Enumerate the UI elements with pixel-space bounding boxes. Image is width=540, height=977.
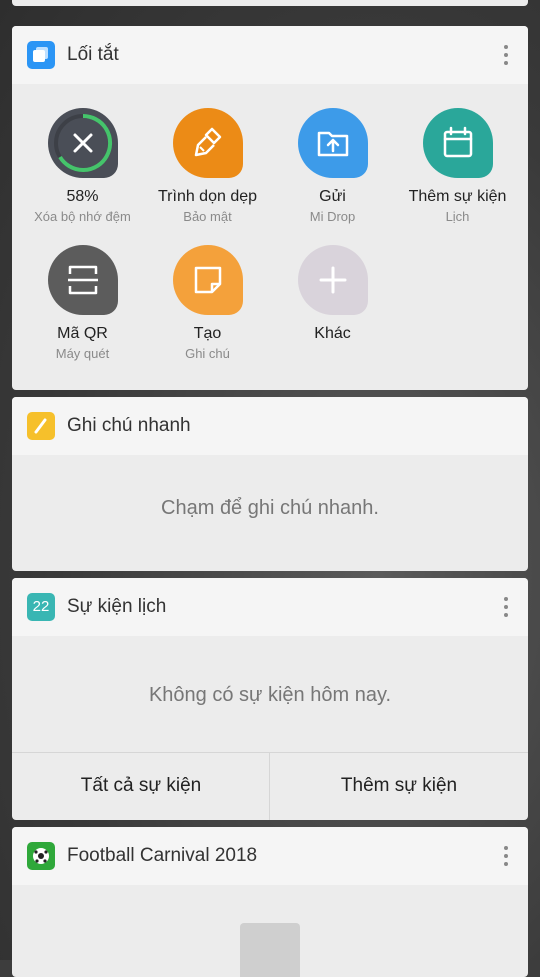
- quick-notes-title: Ghi chú nhanh: [67, 415, 191, 436]
- shortcuts-card: Lối tắt 58% Xóa bộ nhớ đệm Trình dọn dẹp…: [12, 26, 528, 390]
- all-events-button[interactable]: Tất cả sự kiện: [12, 753, 270, 819]
- qr-scan-icon: [47, 245, 118, 315]
- shortcut-mi-drop[interactable]: Gửi Mi Drop: [270, 108, 395, 224]
- clipboard-placeholder-icon: [240, 923, 300, 977]
- shortcut-sublabel: Bảo mật: [183, 209, 232, 224]
- shortcut-add-event[interactable]: Thêm sự kiện Lịch: [395, 108, 520, 224]
- shortcuts-title: Lối tắt: [67, 44, 119, 65]
- calendar-menu-icon[interactable]: [502, 595, 510, 619]
- shortcut-sublabel: Xóa bộ nhớ đệm: [34, 209, 131, 224]
- football-title: Football Carnival 2018: [67, 845, 258, 866]
- calendar-icon: [422, 108, 493, 178]
- football-menu-icon[interactable]: [502, 844, 510, 868]
- calendar-actions: Tất cả sự kiện Thêm sự kiện: [12, 752, 528, 820]
- calendar-events-card: 22 Sự kiện lịch Không có sự kiện hôm nay…: [12, 578, 528, 820]
- shortcuts-header: Lối tắt: [12, 26, 528, 84]
- calendar-day-icon: 22: [27, 593, 55, 621]
- football-header: Football Carnival 2018: [12, 827, 528, 885]
- calendar-header: 22 Sự kiện lịch: [12, 578, 528, 636]
- broom-icon: [172, 108, 243, 178]
- shortcut-clear-cache[interactable]: 58% Xóa bộ nhớ đệm: [20, 108, 145, 224]
- shortcut-label: Gửi: [319, 188, 346, 205]
- quick-notes-header: Ghi chú nhanh: [12, 397, 528, 455]
- quick-notes-placeholder[interactable]: Chạm để ghi chú nhanh.: [12, 497, 528, 520]
- cleaner-ring-icon: [47, 108, 118, 178]
- calendar-title: Sự kiện lịch: [67, 596, 167, 617]
- shortcut-sublabel: Lịch: [445, 209, 470, 224]
- quick-notes-card[interactable]: Ghi chú nhanh Chạm để ghi chú nhanh.: [12, 397, 528, 571]
- upload-folder-icon: [297, 108, 368, 178]
- shortcut-label: Trình dọn dẹp: [157, 188, 258, 205]
- football-carnival-card: Football Carnival 2018: [12, 827, 528, 977]
- add-event-button[interactable]: Thêm sự kiện: [270, 753, 528, 819]
- soccer-ball-icon: [27, 842, 55, 870]
- previous-card-bottom: [12, 0, 528, 6]
- shortcut-more[interactable]: Khác: [270, 245, 395, 346]
- shortcut-sublabel: Mi Drop: [309, 209, 356, 224]
- pencil-note-icon: [27, 412, 55, 440]
- shortcuts-menu-icon[interactable]: [502, 43, 510, 67]
- no-events-message: Không có sự kiện hôm nay.: [148, 684, 392, 706]
- plus-icon: [297, 245, 368, 315]
- shortcut-sublabel: Ghi chú: [185, 346, 230, 361]
- shortcut-label: Khác: [314, 325, 351, 342]
- shortcut-label: Thêm sự kiện: [408, 188, 507, 205]
- shortcut-create-note[interactable]: Tạo Ghi chú: [145, 245, 270, 361]
- shortcut-qr-scanner[interactable]: Mã QR Máy quét: [20, 245, 145, 361]
- shortcut-cleaner[interactable]: Trình dọn dẹp Bảo mật: [145, 108, 270, 224]
- shortcut-label: Mã QR: [57, 325, 108, 342]
- shortcut-label: 58%: [66, 188, 99, 205]
- shortcuts-app-icon: [27, 41, 55, 69]
- shortcut-sublabel: Máy quét: [55, 346, 110, 361]
- note-icon: [172, 245, 243, 315]
- shortcut-label: Tạo: [193, 325, 222, 342]
